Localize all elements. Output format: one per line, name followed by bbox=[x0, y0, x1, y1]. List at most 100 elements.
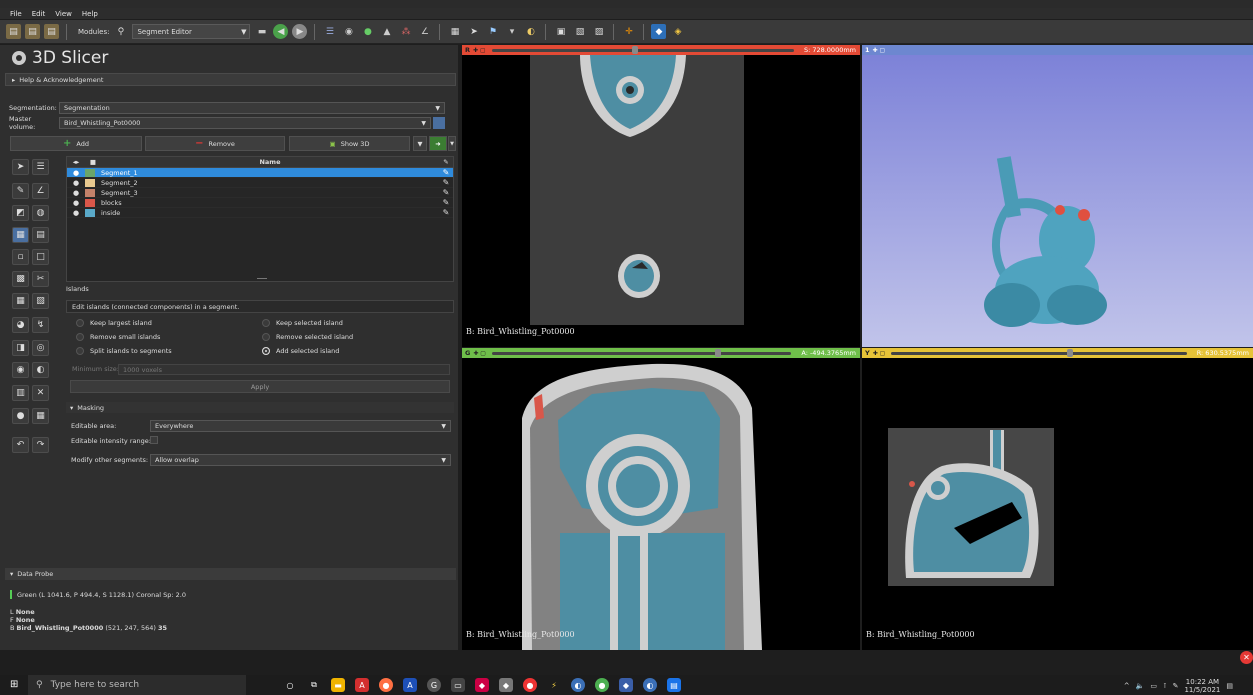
edit-status-icon[interactable]: ✎ bbox=[439, 178, 453, 187]
hollow-tool-icon[interactable]: □ bbox=[32, 249, 49, 265]
taskbar-search[interactable]: ⚲ Type here to search bbox=[28, 675, 246, 695]
segment-color-swatch[interactable] bbox=[85, 208, 95, 217]
level-tracing-tool-icon[interactable]: ◍ bbox=[32, 205, 49, 221]
segment-color-swatch[interactable] bbox=[85, 178, 95, 187]
file-explorer-icon[interactable]: ▬ bbox=[331, 678, 345, 692]
red-slider-handle[interactable] bbox=[632, 46, 638, 54]
watershed-tool-icon[interactable]: ● bbox=[12, 408, 29, 424]
master-volume-select[interactable]: Bird_Whistling_Pot0000 ▼ bbox=[59, 117, 431, 129]
green-view-badge[interactable]: G bbox=[462, 349, 473, 357]
acrobat-icon[interactable]: A bbox=[355, 678, 369, 692]
surface-cut-tool-icon[interactable]: ◎ bbox=[32, 340, 49, 356]
models-module-icon[interactable]: ● bbox=[360, 24, 375, 39]
notification-icon[interactable]: ▤ bbox=[1226, 682, 1233, 690]
split-volume-tool-icon[interactable]: ◨ bbox=[12, 340, 29, 356]
grow-from-seeds-tool-icon[interactable]: ▦ bbox=[12, 227, 29, 243]
show-3d-options-button[interactable]: ▼ bbox=[413, 136, 427, 151]
red-slice-slider[interactable] bbox=[491, 48, 794, 52]
islands-tool-icon[interactable]: ▦ bbox=[12, 293, 29, 309]
eye-icon[interactable]: ● bbox=[67, 189, 85, 197]
cortana-icon[interactable]: ○ bbox=[283, 678, 297, 692]
smoothing-tool-icon[interactable]: ▩ bbox=[12, 271, 29, 287]
wifi-icon[interactable]: ⊺ bbox=[1163, 682, 1167, 690]
eye-icon[interactable]: ● bbox=[67, 179, 85, 187]
back-arrow-icon[interactable]: ◀ bbox=[273, 24, 289, 39]
volumes-module-icon[interactable]: ◉ bbox=[341, 24, 356, 39]
app-icon-1[interactable]: ◆ bbox=[475, 678, 489, 692]
app-icon-4[interactable]: ⚡ bbox=[547, 678, 561, 692]
segment-row[interactable]: ● Segment_2 ✎ bbox=[67, 178, 453, 188]
help-section-toggle[interactable]: ▸ Help & Acknowledgement bbox=[5, 73, 456, 86]
edit-status-icon[interactable]: ✎ bbox=[439, 168, 453, 177]
segment-row[interactable]: ● Segment_3 ✎ bbox=[67, 188, 453, 198]
chrome-dark-icon[interactable]: G bbox=[427, 678, 441, 692]
green-slice-view[interactable]: B: Bird_Whistling_Pot0000 bbox=[462, 358, 860, 650]
wrap-solidify-tool-icon[interactable]: ↯ bbox=[32, 317, 49, 333]
segment-name[interactable]: blocks bbox=[101, 199, 439, 207]
module-search-icon[interactable]: ⚲ bbox=[113, 24, 128, 39]
threshold-tool-icon[interactable]: ☰ bbox=[32, 159, 49, 175]
load-data-icon[interactable]: ▤ bbox=[6, 24, 21, 39]
app-icon-2[interactable]: ◆ bbox=[499, 678, 513, 692]
margin-tool-icon[interactable]: ▫ bbox=[12, 249, 29, 265]
pin-icon[interactable]: ✚ ▢ bbox=[473, 350, 486, 357]
transforms-module-icon[interactable]: ▲ bbox=[379, 24, 394, 39]
segmentation-select[interactable]: Segmentation ▼ bbox=[59, 102, 445, 114]
radio-add-selected[interactable]: Add selected island bbox=[262, 347, 339, 355]
yellow-slice-view[interactable]: B: Bird_Whistling_Pot0000 bbox=[862, 358, 1253, 650]
remove-segment-button[interactable]: − Remove bbox=[145, 136, 285, 151]
volume-icon[interactable]: 🔈 bbox=[1136, 682, 1145, 690]
segment-row[interactable]: ● Segment_1 ✎ bbox=[67, 168, 453, 178]
yellow-slice-slider[interactable] bbox=[891, 351, 1187, 355]
draw-tool-icon[interactable]: ∠ bbox=[32, 183, 49, 199]
name-column-header[interactable]: Name bbox=[101, 158, 439, 166]
segment-color-swatch[interactable] bbox=[85, 188, 95, 197]
app-icon-5[interactable]: ◆ bbox=[619, 678, 633, 692]
eye-icon[interactable]: ● bbox=[67, 209, 85, 217]
radio-keep-largest[interactable]: Keep largest island bbox=[76, 319, 152, 327]
edit-status-icon[interactable]: ✎ bbox=[439, 188, 453, 197]
segment-name[interactable]: Segment_1 bbox=[101, 169, 439, 177]
pen-icon[interactable]: ✎ bbox=[1173, 682, 1179, 690]
splitter-handle[interactable] bbox=[257, 278, 267, 279]
editor-module-icon[interactable]: ∠ bbox=[417, 24, 432, 39]
scissors-tool-icon[interactable]: ✂ bbox=[32, 271, 49, 287]
chrome-icon[interactable]: ● bbox=[595, 678, 609, 692]
menu-edit[interactable]: Edit bbox=[32, 10, 46, 18]
show-3d-button[interactable]: ▣ Show 3D bbox=[289, 136, 410, 151]
radio-keep-selected[interactable]: Keep selected island bbox=[262, 319, 343, 327]
paint-tool-icon[interactable]: ✎ bbox=[12, 183, 29, 199]
arrow-options-button[interactable]: ▼ bbox=[448, 136, 456, 151]
python-console-icon[interactable]: ◈ bbox=[670, 24, 685, 39]
menu-help[interactable]: Help bbox=[82, 10, 98, 18]
data-module-icon[interactable]: ☰ bbox=[322, 24, 337, 39]
pin-icon[interactable]: ✚ ▢ bbox=[473, 47, 486, 54]
eye-icon[interactable]: ● bbox=[67, 199, 85, 207]
green-slice-slider[interactable] bbox=[491, 351, 792, 355]
edit-status-icon[interactable]: ✎ bbox=[439, 208, 453, 217]
radio-split-islands[interactable]: Split islands to segments bbox=[76, 347, 172, 355]
adobe-app-icon[interactable]: A bbox=[403, 678, 417, 692]
volume-options-icon[interactable] bbox=[433, 117, 445, 129]
windows-start-icon[interactable]: ⊞ bbox=[10, 679, 18, 690]
markups-module-icon[interactable]: ⁂ bbox=[398, 24, 413, 39]
capture-icon[interactable]: ▨ bbox=[591, 24, 606, 39]
scene-view-icon[interactable]: ▧ bbox=[572, 24, 587, 39]
pin-icon[interactable]: ✚ ▢ bbox=[873, 47, 886, 54]
yellow-view-badge[interactable]: Y bbox=[862, 349, 873, 357]
place-fiducial-icon[interactable]: ⚑ bbox=[485, 24, 500, 39]
firefox-icon[interactable]: ● bbox=[379, 678, 393, 692]
radio-remove-selected[interactable]: Remove selected island bbox=[262, 333, 353, 341]
fast-marching-tool-icon[interactable]: ✕ bbox=[32, 385, 49, 401]
red-view-badge[interactable]: R bbox=[462, 46, 473, 54]
engrave-tool-icon[interactable]: ◉ bbox=[12, 362, 29, 378]
none-tool-icon[interactable]: ➤ bbox=[12, 159, 29, 175]
masking-section-toggle[interactable]: ▾ Masking bbox=[66, 402, 454, 413]
red-slice-view[interactable]: B: Bird_Whistling_Pot0000 bbox=[462, 55, 860, 347]
window-level-icon[interactable]: ◐ bbox=[523, 24, 538, 39]
segment-name[interactable]: inside bbox=[101, 209, 439, 217]
document-icon[interactable]: ▤ bbox=[667, 678, 681, 692]
close-icon[interactable]: ✕ bbox=[1240, 651, 1253, 664]
flood-fill-tool-icon[interactable]: ▦ bbox=[32, 408, 49, 424]
app-icon-3[interactable]: ● bbox=[523, 678, 537, 692]
